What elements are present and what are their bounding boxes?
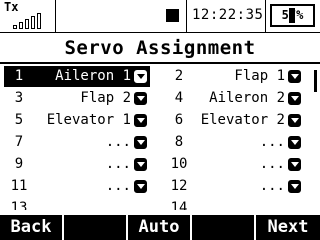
- battery-percentage: 57%: [281, 8, 304, 22]
- dropdown-arrow-icon[interactable]: [134, 114, 147, 127]
- status-divider: [55, 0, 56, 32]
- status-divider: [186, 0, 187, 32]
- auto-button[interactable]: Auto: [128, 215, 190, 240]
- servo-slot-7[interactable]: 7...: [4, 132, 150, 153]
- servo-number: 11: [10, 178, 28, 194]
- servo-assignment-screen: Tx 12:22:35 57% Servo Assignment 1 Ailero…: [0, 0, 320, 240]
- softkey-bar: Back Auto Next: [0, 215, 320, 240]
- servo-number: 13: [10, 200, 28, 210]
- servo-row: 1 Aileron 1 2 Flap 1: [0, 66, 310, 88]
- softkey-2-button[interactable]: [64, 215, 126, 240]
- dropdown-arrow-icon[interactable]: [288, 158, 301, 171]
- servo-function: Flap 2: [80, 90, 131, 106]
- servo-slot-2[interactable]: 2 Flap 1: [164, 66, 304, 87]
- dropdown-arrow-icon[interactable]: [134, 70, 147, 83]
- servo-slot-11[interactable]: 11...: [4, 176, 150, 197]
- servo-slot-1[interactable]: 1 Aileron 1: [4, 66, 150, 87]
- servo-slot-13[interactable]: 13: [4, 198, 150, 210]
- servo-number: 5: [14, 112, 24, 128]
- servo-number: 3: [14, 90, 24, 106]
- status-bar: Tx 12:22:35 57%: [0, 0, 320, 33]
- back-button[interactable]: Back: [0, 215, 62, 240]
- servo-number: 1: [14, 68, 24, 84]
- servo-function: Flap 1: [234, 68, 285, 84]
- title-divider: [0, 62, 320, 64]
- servo-function: Elevator 2: [200, 112, 285, 128]
- servo-row: 13 14: [0, 198, 310, 210]
- screen-lock-icon: [166, 9, 179, 22]
- dropdown-arrow-icon[interactable]: [288, 92, 301, 105]
- servo-number: 14: [170, 200, 188, 210]
- servo-function: ...: [259, 178, 285, 194]
- servo-slot-14[interactable]: 14: [164, 198, 304, 210]
- servo-row: 5 Elevator 1 6 Elevator 2: [0, 110, 310, 132]
- servo-number: 10: [170, 156, 188, 172]
- servo-row: 11... 12...: [0, 176, 310, 198]
- dropdown-arrow-icon[interactable]: [288, 180, 301, 193]
- servo-row: 9... 10...: [0, 154, 310, 176]
- scrollbar[interactable]: [314, 70, 317, 92]
- servo-function: ...: [105, 178, 131, 194]
- servo-function: ...: [105, 134, 131, 150]
- dropdown-arrow-icon[interactable]: [288, 70, 301, 83]
- servo-slot-10[interactable]: 10...: [164, 154, 304, 175]
- servo-function: ...: [259, 156, 285, 172]
- servo-function: ...: [259, 134, 285, 150]
- servo-function: Aileron 2: [209, 90, 285, 106]
- servo-number: 4: [174, 90, 184, 106]
- servo-function: Aileron 1: [55, 68, 131, 84]
- servo-list: 1 Aileron 1 2 Flap 1 3 Flap 2 4 Aileron 2 5 Eleva…: [0, 66, 320, 210]
- servo-number: 8: [174, 134, 184, 150]
- dropdown-arrow-icon[interactable]: [134, 180, 147, 193]
- servo-slot-5[interactable]: 5 Elevator 1: [4, 110, 150, 131]
- servo-slot-6[interactable]: 6 Elevator 2: [164, 110, 304, 131]
- servo-slot-3[interactable]: 3 Flap 2: [4, 88, 150, 109]
- battery-icon: 57%: [270, 4, 315, 27]
- softkey-4-button[interactable]: [192, 215, 254, 240]
- dropdown-arrow-icon[interactable]: [134, 136, 147, 149]
- servo-number: 7: [14, 134, 24, 150]
- servo-number: 9: [14, 156, 24, 172]
- servo-function: ...: [105, 156, 131, 172]
- dropdown-arrow-icon[interactable]: [288, 136, 301, 149]
- servo-row: 3 Flap 2 4 Aileron 2: [0, 88, 310, 110]
- dropdown-arrow-icon[interactable]: [134, 158, 147, 171]
- servo-number: 12: [170, 178, 188, 194]
- servo-slot-8[interactable]: 8...: [164, 132, 304, 153]
- servo-function: Elevator 1: [46, 112, 131, 128]
- servo-slot-9[interactable]: 9...: [4, 154, 150, 175]
- dropdown-arrow-icon[interactable]: [134, 92, 147, 105]
- signal-strength-icon: [5, 12, 49, 29]
- next-button[interactable]: Next: [256, 215, 320, 240]
- servo-number: 6: [174, 112, 184, 128]
- status-divider: [265, 0, 266, 32]
- page-title: Servo Assignment: [64, 37, 256, 59]
- servo-slot-4[interactable]: 4 Aileron 2: [164, 88, 304, 109]
- servo-number: 2: [174, 68, 184, 84]
- clock: 12:22:35: [192, 7, 264, 23]
- dropdown-arrow-icon[interactable]: [288, 114, 301, 127]
- servo-row: 7... 8...: [0, 132, 310, 154]
- servo-slot-12[interactable]: 12...: [164, 176, 304, 197]
